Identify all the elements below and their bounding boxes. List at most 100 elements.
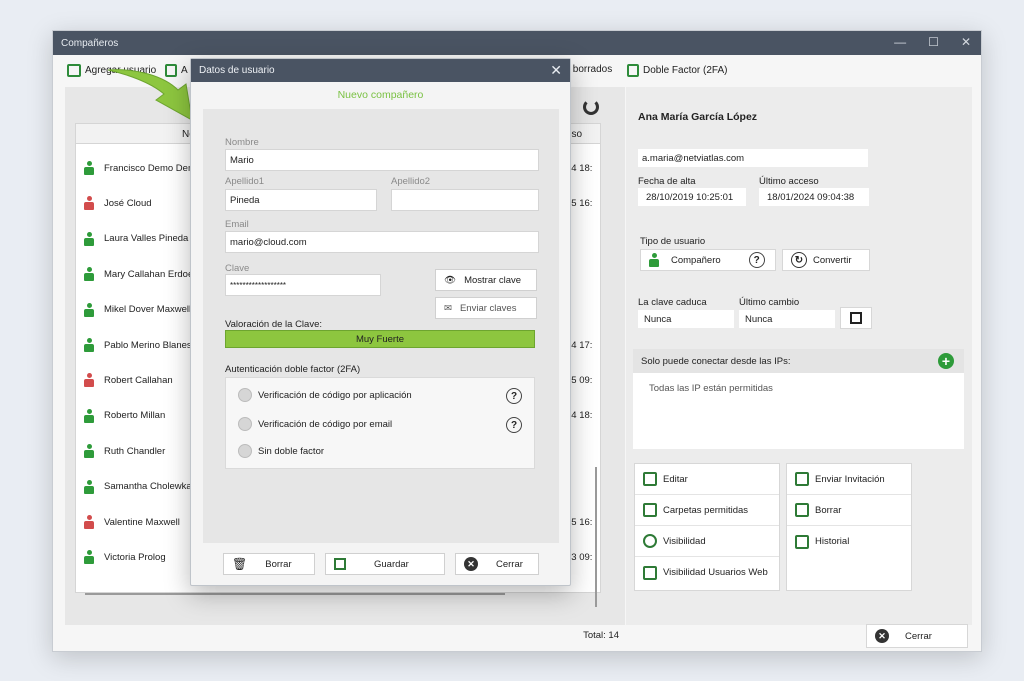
send-invitation-label: Enviar Invitación [815,473,885,485]
close-window-label: Cerrar [905,630,932,642]
tfa-option-none-label: Sin doble factor [258,445,325,457]
help-icon[interactable]: ? [748,252,765,268]
row-name: Pablo Merino Blanes [104,339,192,351]
strength-label: Valoración de la Clave: [225,319,322,330]
row-name: Victoria Prolog [104,551,166,563]
password-expires-value: Nunca [638,310,734,328]
allowed-ips-empty: Todas las IP están permitidas [649,383,773,394]
allowed-folders-button[interactable]: Carpetas permitidas [635,495,779,526]
dialog-save-label: Guardar [374,558,409,570]
show-password-button[interactable]: 👁 Mostrar clave [435,269,537,291]
dialog-save-button[interactable]: Guardar [325,553,445,575]
user-type-field[interactable]: Compañero ? [640,249,776,271]
add-ip-icon[interactable]: + [938,353,954,369]
password-input[interactable]: ****************** [225,274,381,296]
visibility-button[interactable]: Visibilidad [635,526,779,557]
close-icon[interactable]: ✕ [961,35,971,49]
name-input[interactable]: Mario [225,149,539,171]
web-users-visibility-button[interactable]: Visibilidad Usuarios Web [635,557,779,588]
password-expires-label: La clave caduca [638,297,707,308]
dialog-subtitle: Nuevo compañero [337,89,424,101]
send-passwords-label: Enviar claves [459,302,517,314]
edit-button[interactable]: Editar [635,464,779,495]
tfa-option-none[interactable]: Sin doble factor [238,444,324,458]
dialog-delete-button[interactable]: 🗑 Borrar [223,553,315,575]
add-user-icon [67,64,81,77]
total-count: Total: 14 [583,630,619,641]
trash-icon [795,503,809,517]
send-passwords-button[interactable]: ✉ Enviar claves [435,297,537,319]
close-circle-icon: ✕ [464,557,478,571]
send-invitation-button[interactable]: Enviar Invitación [787,464,911,495]
person-icon [84,302,94,317]
delete-user-button[interactable]: Borrar [787,495,911,526]
radio-app[interactable] [238,388,252,402]
two-factor-label: Doble Factor (2FA) [643,65,728,76]
person-icon [84,267,94,282]
actions-right: Enviar Invitación Borrar Historial [786,463,912,591]
deleted-users-button[interactable]: s borrados [565,64,612,75]
save-icon [334,558,346,570]
radio-none[interactable] [238,444,252,458]
person-icon [649,253,659,267]
dialog-footer: 🗑 Borrar Guardar ✕ Cerrar [191,553,570,579]
person-icon [84,408,94,423]
help-app-icon[interactable]: ? [506,388,522,404]
two-factor-icon [627,64,639,77]
tfa-options-box: Verificación de código por aplicación ? … [225,377,535,469]
row-name: Mary Callahan Erdoes [104,268,198,280]
user-type-value: Compañero [671,254,721,266]
surname2-input[interactable] [391,189,539,211]
trash-icon: 🗑 [232,557,248,571]
person-icon [84,373,94,388]
history-button[interactable]: Historial [787,526,911,557]
user-data-dialog: Datos de usuario ✕ Nuevo compañero Nombr… [190,58,571,586]
delete-user-label: Borrar [815,504,842,516]
deleted-label: s borrados [565,64,613,75]
row-name: Francisco Demo Dem [104,162,196,174]
history-label: Historial [815,536,850,547]
person-icon [84,196,94,211]
vertical-scrollbar[interactable] [595,467,597,607]
show-password-label: Mostrar clave [464,274,522,286]
last-access-value: 18/01/2024 09:04:38 [759,188,869,206]
mail-icon: ✉ [444,302,452,314]
last-access-label: Último acceso [759,176,819,187]
actions-left: Editar Carpetas permitidas Visibilidad V… [634,463,780,591]
refresh-icon[interactable] [583,99,599,115]
row-name: Roberto Millan [104,410,166,422]
person-icon [84,161,94,175]
row-name: Samantha Cholewka [104,481,192,493]
name-label: Nombre [225,137,259,148]
tfa-label: Autenticación doble factor (2FA) [225,364,361,375]
help-email-icon[interactable]: ? [506,417,522,433]
radio-email[interactable] [238,417,252,431]
eye-icon [643,534,657,548]
convert-button[interactable]: ↻ Convertir [782,249,870,271]
password-settings-button[interactable] [840,307,872,329]
last-change-value: Nunca [739,310,835,328]
dialog-close-icon[interactable]: ✕ [550,62,562,79]
maximize-icon[interactable]: ☐ [928,35,939,49]
minimize-icon[interactable]: — [894,35,906,49]
tfa-option-app[interactable]: Verificación de código por aplicación [238,388,412,402]
created-value: 28/10/2019 10:25:01 [638,188,746,206]
row-name: Robert Callahan [104,374,173,386]
row-name: Valentine Maxwell [104,516,180,528]
surname1-input[interactable]: Pineda [225,189,377,211]
row-name: Laura Valles Pineda [104,233,189,245]
pointer-arrow-icon [107,69,193,121]
last-change-label: Último cambio [739,297,800,308]
tfa-option-email[interactable]: Verificación de código por email [238,417,392,431]
horizontal-scrollbar[interactable] [85,593,505,595]
user-full-name: Ana María García López [638,111,758,123]
close-window-button[interactable]: ✕ Cerrar [866,624,968,648]
email-input[interactable]: mario@cloud.com [225,231,539,253]
two-factor-button[interactable]: Doble Factor (2FA) [627,64,727,77]
web-visibility-icon [643,565,657,580]
dialog-close-button[interactable]: ✕ Cerrar [455,553,539,575]
allowed-folders-label: Carpetas permitidas [663,504,749,516]
password-settings-icon [850,312,862,324]
web-users-visibility-label: Visibilidad Usuarios Web [663,567,768,578]
allowed-ips-box: Solo puede conectar desde las IPs: + Tod… [633,349,964,449]
